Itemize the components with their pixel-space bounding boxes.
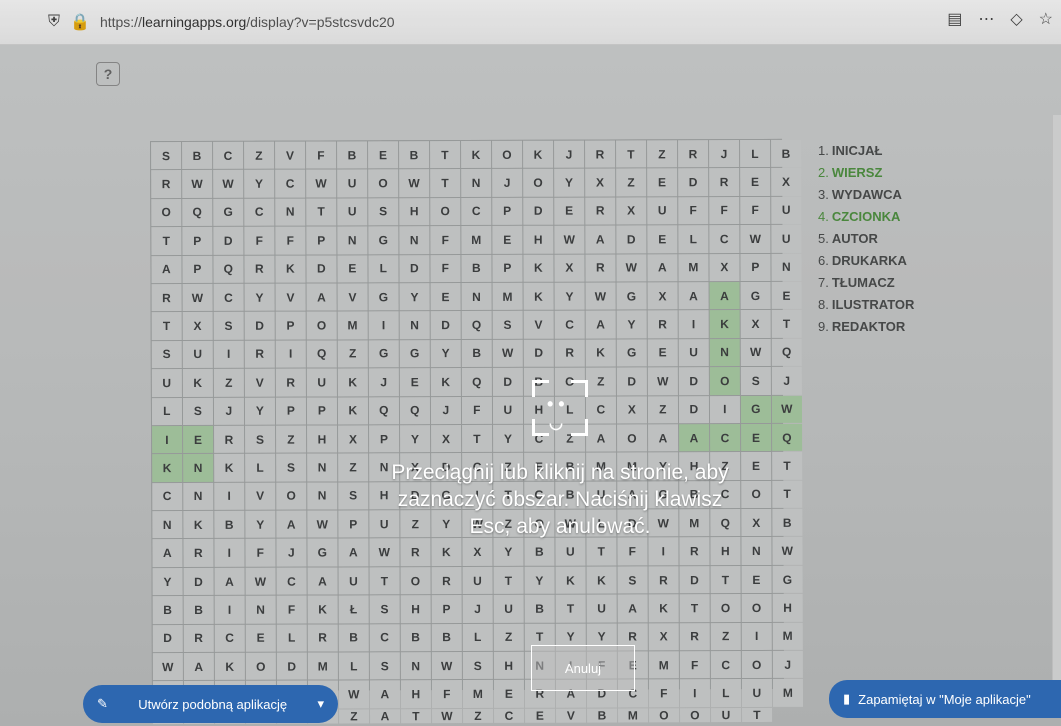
bookmark-icon: ▮	[843, 691, 851, 706]
capture-corner	[532, 419, 549, 436]
capture-overlay[interactable]	[0, 0, 1061, 726]
chevron-down-icon[interactable]: ▾	[317, 696, 324, 712]
capture-instruction: Przeciągnij lub kliknij na stronie, aby …	[391, 461, 729, 538]
save-to-my-apps-label: Zapamiętaj w "Moje aplikacje"	[858, 691, 1031, 707]
capture-prompt: • • ◡ Przeciągnij lub kliknij na stronie…	[380, 380, 740, 541]
save-to-my-apps-button[interactable]: ▮ Zapamiętaj w "Moje aplikacje"	[829, 680, 1061, 718]
cancel-button[interactable]: Anuluj	[531, 645, 635, 691]
capture-corner	[571, 419, 588, 436]
edit-icon: ✎	[97, 696, 108, 711]
smiley-eyes: • •	[547, 394, 565, 414]
capture-corner	[571, 380, 588, 397]
capture-icon: • • ◡	[532, 380, 588, 436]
create-similar-app-button[interactable]: ✎ Utwórz podobną aplikację ▾	[83, 685, 338, 723]
smiley-mouth: ◡	[549, 415, 563, 432]
create-similar-app-label: Utwórz podobną aplikację	[138, 696, 288, 712]
